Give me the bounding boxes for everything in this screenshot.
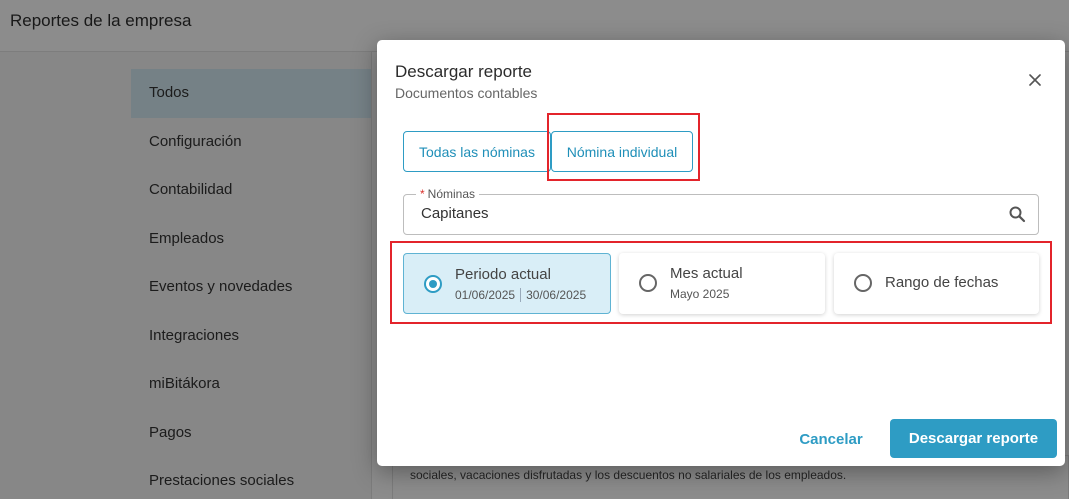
- option-month: Mayo 2025: [670, 287, 730, 301]
- nominas-label-text: Nóminas: [427, 187, 476, 201]
- cancel-button[interactable]: Cancelar: [786, 420, 876, 458]
- nominas-input[interactable]: [421, 205, 981, 222]
- radio-selected-dot: [429, 280, 437, 288]
- option-rango-de-fechas[interactable]: Rango de fechas: [834, 253, 1039, 314]
- tab-todas-las-nominas[interactable]: Todas las nóminas: [403, 131, 551, 172]
- nominas-field-label: * Nóminas: [416, 187, 480, 201]
- date-start: 01/06/2025: [455, 288, 516, 302]
- option-periodo-actual[interactable]: Periodo actual 01/06/2025 30/06/2025: [403, 253, 611, 314]
- nominas-field[interactable]: * Nóminas: [403, 187, 1039, 235]
- close-icon: [1029, 74, 1041, 86]
- radio-rango-de-fechas[interactable]: [854, 274, 872, 292]
- date-end: 30/06/2025: [526, 288, 587, 302]
- option-date-range: 01/06/2025 30/06/2025: [455, 288, 586, 302]
- download-report-dialog: Descargar reporte Documentos contables T…: [377, 40, 1065, 466]
- option-label: Mes actual: [670, 265, 743, 282]
- dialog-subtitle: Documentos contables: [395, 85, 538, 101]
- download-report-button[interactable]: Descargar reporte: [890, 419, 1057, 458]
- date-divider: [520, 288, 522, 302]
- tab-nomina-individual[interactable]: Nómina individual: [551, 131, 693, 172]
- radio-mes-actual[interactable]: [639, 274, 657, 292]
- required-mark: *: [420, 187, 425, 201]
- option-label: Rango de fechas: [885, 274, 999, 291]
- close-button[interactable]: [1025, 70, 1045, 90]
- option-label: Periodo actual: [455, 266, 551, 283]
- dialog-title: Descargar reporte: [395, 62, 533, 81]
- radio-periodo-actual[interactable]: [424, 275, 442, 293]
- search-icon[interactable]: [1008, 205, 1026, 223]
- option-mes-actual[interactable]: Mes actual Mayo 2025: [619, 253, 825, 314]
